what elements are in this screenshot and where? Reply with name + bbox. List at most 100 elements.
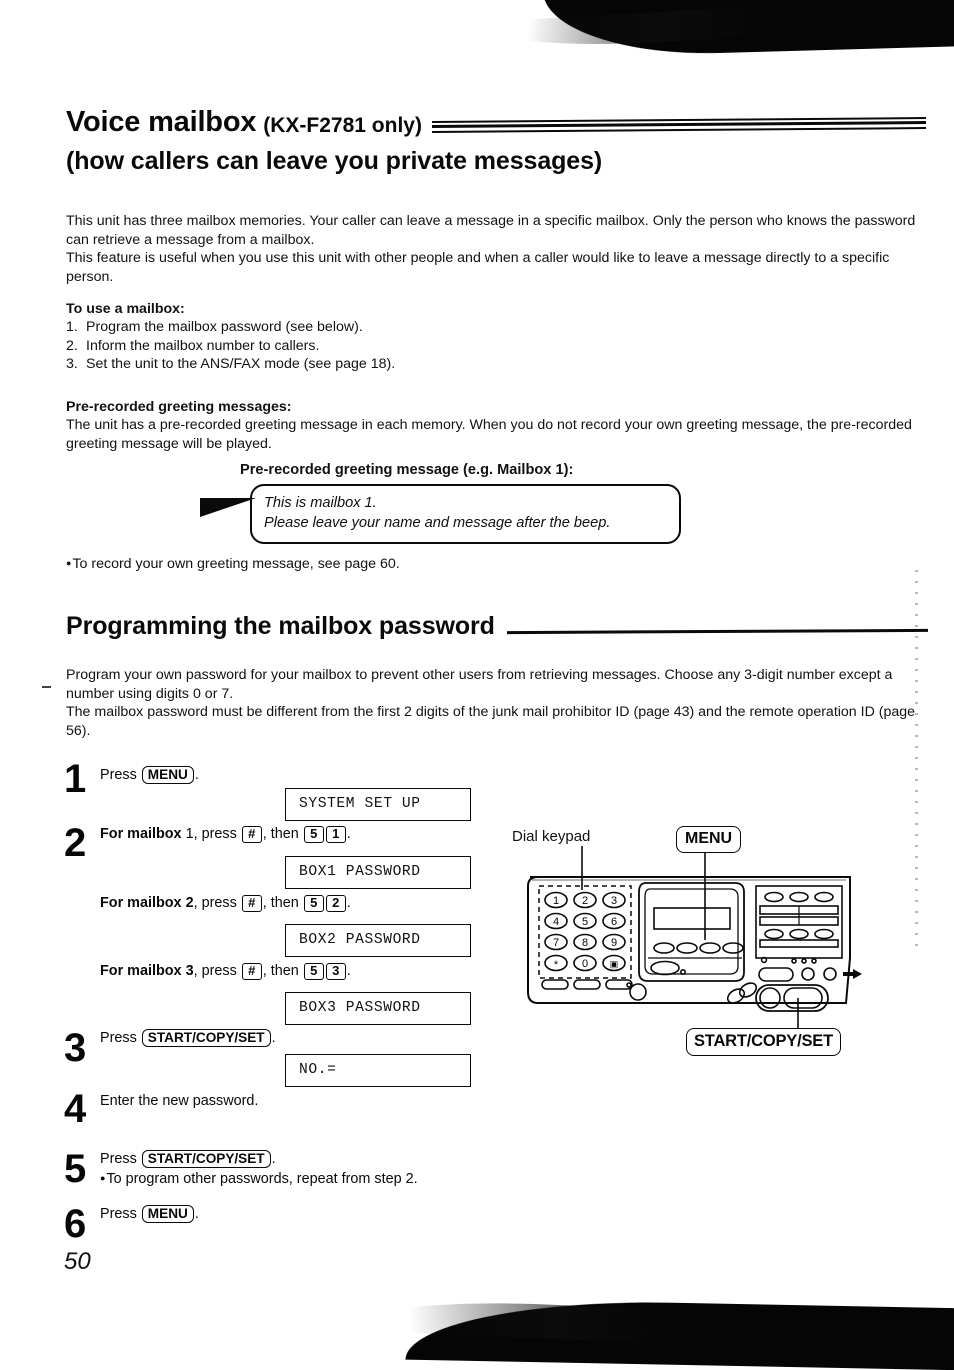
- station-button-3: [814, 891, 834, 903]
- step-5-note: To program other passwords, repeat from …: [100, 1169, 520, 1189]
- fax-machine-figure: Dial keypad MENU START/COPY/SET 1 2 3 4 …: [498, 820, 898, 1065]
- mailbox3-then: , then: [262, 963, 299, 979]
- keypad-label-1: 1: [553, 895, 559, 907]
- keypad-label-2: 2: [582, 895, 588, 907]
- mailbox1-number: 1: [185, 826, 194, 842]
- hash-key[interactable]: #: [241, 963, 262, 980]
- display-button-2: [676, 942, 698, 954]
- step-2-mailbox-2-text: For mailbox 2, press #, then 52.: [100, 894, 351, 913]
- display-indicator-dot: [680, 969, 687, 976]
- scan-shadow-bottom-fade: [343, 1296, 675, 1344]
- digit-key-3[interactable]: 3: [325, 963, 346, 980]
- step-4-text: Enter the new password.: [100, 1093, 259, 1109]
- page-title-block: Voice mailbox (KX-F2781 only) (how calle…: [66, 108, 927, 176]
- step-2-mailbox-1-text: For mailbox 1, press #, then 51.: [100, 825, 351, 844]
- step-1-number: 1: [64, 757, 86, 801]
- list-item: 1. Program the mailbox password (see bel…: [66, 318, 626, 337]
- step-4-number: 4: [64, 1087, 86, 1131]
- mailbox1-press: , press: [193, 826, 237, 842]
- display-wide-button: [650, 960, 680, 976]
- section-heading-block: Programming the mailbox password: [66, 612, 929, 641]
- prerecorded-example-caption: Pre-recorded greeting message (e.g. Mail…: [240, 462, 574, 478]
- lcd-text: BOX3 PASSWORD: [299, 1000, 421, 1016]
- display-bezel-inner: [644, 888, 739, 975]
- keypad-label-0: 0: [582, 958, 588, 970]
- station-button-4: [764, 928, 784, 940]
- led-indicator-1: [760, 956, 768, 964]
- lcd-text: SYSTEM SET UP: [299, 796, 421, 812]
- menu-callout-label: MENU: [676, 826, 742, 853]
- step-2-mailbox-3-text: For mailbox 3, press #, then 53.: [100, 962, 351, 981]
- page-subtitle: (how callers can leave you private messa…: [66, 147, 603, 175]
- mailbox3-period: .: [346, 963, 351, 979]
- list-item: 3. Set the unit to the ANS/FAX mode (see…: [66, 355, 626, 374]
- step-1-press-label: Press: [100, 767, 137, 783]
- record-greeting-note-text: To record your own greeting message, see…: [66, 556, 400, 572]
- arrow-head: [853, 969, 862, 979]
- scan-shadow-bottom: [405, 1297, 954, 1370]
- hash-key[interactable]: #: [241, 895, 262, 912]
- password-paragraph-2: The mailbox password must be different f…: [66, 704, 916, 739]
- step-5-press-row: Press START/COPY/SET.: [100, 1150, 520, 1169]
- step-6-period: .: [194, 1206, 199, 1222]
- lcd-display-system-set-up: SYSTEM SET UP: [285, 788, 471, 821]
- scan-shadow-top: [543, 0, 954, 58]
- hash-key[interactable]: #: [241, 826, 262, 843]
- keypad-label-3: 3: [611, 895, 617, 907]
- lcd-screen: [653, 907, 731, 930]
- balloon-text: This is mailbox 1. Please leave your nam…: [264, 493, 684, 533]
- stop-button: [759, 987, 781, 1009]
- right-round-button-1: [801, 967, 815, 981]
- title-rule: [431, 117, 927, 133]
- mailbox2-then: , then: [262, 895, 299, 911]
- mailbox1-lead: For mailbox: [100, 826, 182, 842]
- digit-key-5[interactable]: 5: [303, 963, 324, 980]
- scan-shadow-top-fade: [473, 5, 775, 53]
- intro-paragraph-2: This feature is useful when you use this…: [66, 250, 890, 285]
- section-heading-row: Programming the mailbox password: [66, 612, 929, 641]
- lcd-text: BOX2 PASSWORD: [299, 932, 421, 948]
- step-6-number: 6: [64, 1202, 86, 1246]
- station-button-6: [814, 928, 834, 940]
- panel-round-button: [629, 983, 647, 1001]
- prerecorded-heading: Pre-recorded greeting messages:: [66, 399, 292, 415]
- mailbox3-press: , press: [193, 963, 237, 979]
- start-copy-set-keycap[interactable]: START/COPY/SET: [141, 1150, 271, 1168]
- start-copy-set-button: [783, 987, 823, 1009]
- keypad-label-star: *: [554, 959, 559, 971]
- menu-keycap[interactable]: MENU: [141, 1205, 194, 1223]
- step-6-press-label: Press: [100, 1206, 137, 1222]
- digit-key-5[interactable]: 5: [303, 826, 324, 843]
- menu-keycap[interactable]: MENU: [141, 766, 194, 784]
- digit-key-5[interactable]: 5: [303, 895, 324, 912]
- step-5-period: .: [271, 1151, 276, 1167]
- password-paragraph-1: Program your own password for your mailb…: [66, 667, 893, 702]
- lcd-display-box2-password: BOX2 PASSWORD: [285, 924, 471, 957]
- right-wide-button: [758, 967, 794, 982]
- prerecorded-body: The unit has a pre-recorded greeting mes…: [66, 417, 912, 452]
- keypad-label-hash: ▣: [610, 959, 619, 969]
- step-3-number: 3: [64, 1026, 86, 1070]
- step-6-text: Press MENU.: [100, 1205, 199, 1224]
- digit-key-1[interactable]: 1: [325, 826, 346, 843]
- mailbox3-number: 3: [185, 963, 194, 979]
- to-use-mailbox-heading: To use a mailbox:: [66, 301, 185, 317]
- keypad-label-9: 9: [611, 937, 617, 949]
- led-indicator-4: [811, 958, 817, 964]
- lcd-text: NO.=: [299, 1062, 337, 1078]
- digit-key-2[interactable]: 2: [325, 895, 346, 912]
- list-item-text: Set the unit to the ANS/FAX mode (see pa…: [86, 356, 396, 373]
- station-button-1: [764, 891, 784, 903]
- list-item-number: 3.: [66, 356, 78, 373]
- station-button-5: [789, 928, 809, 940]
- mailbox2-number: 2: [185, 895, 194, 911]
- scan-margin-dash: [42, 686, 51, 688]
- display-bezel-outer: [638, 882, 745, 982]
- step-5-number: 5: [64, 1147, 86, 1191]
- function-button-center: [573, 979, 601, 990]
- led-indicator-3: [801, 958, 807, 964]
- step-1-text: Press MENU.: [100, 766, 199, 785]
- list-item: 2. Inform the mailbox number to callers.: [66, 337, 626, 356]
- start-copy-set-keycap[interactable]: START/COPY/SET: [141, 1029, 271, 1047]
- mailbox3-lead: For mailbox: [100, 963, 182, 979]
